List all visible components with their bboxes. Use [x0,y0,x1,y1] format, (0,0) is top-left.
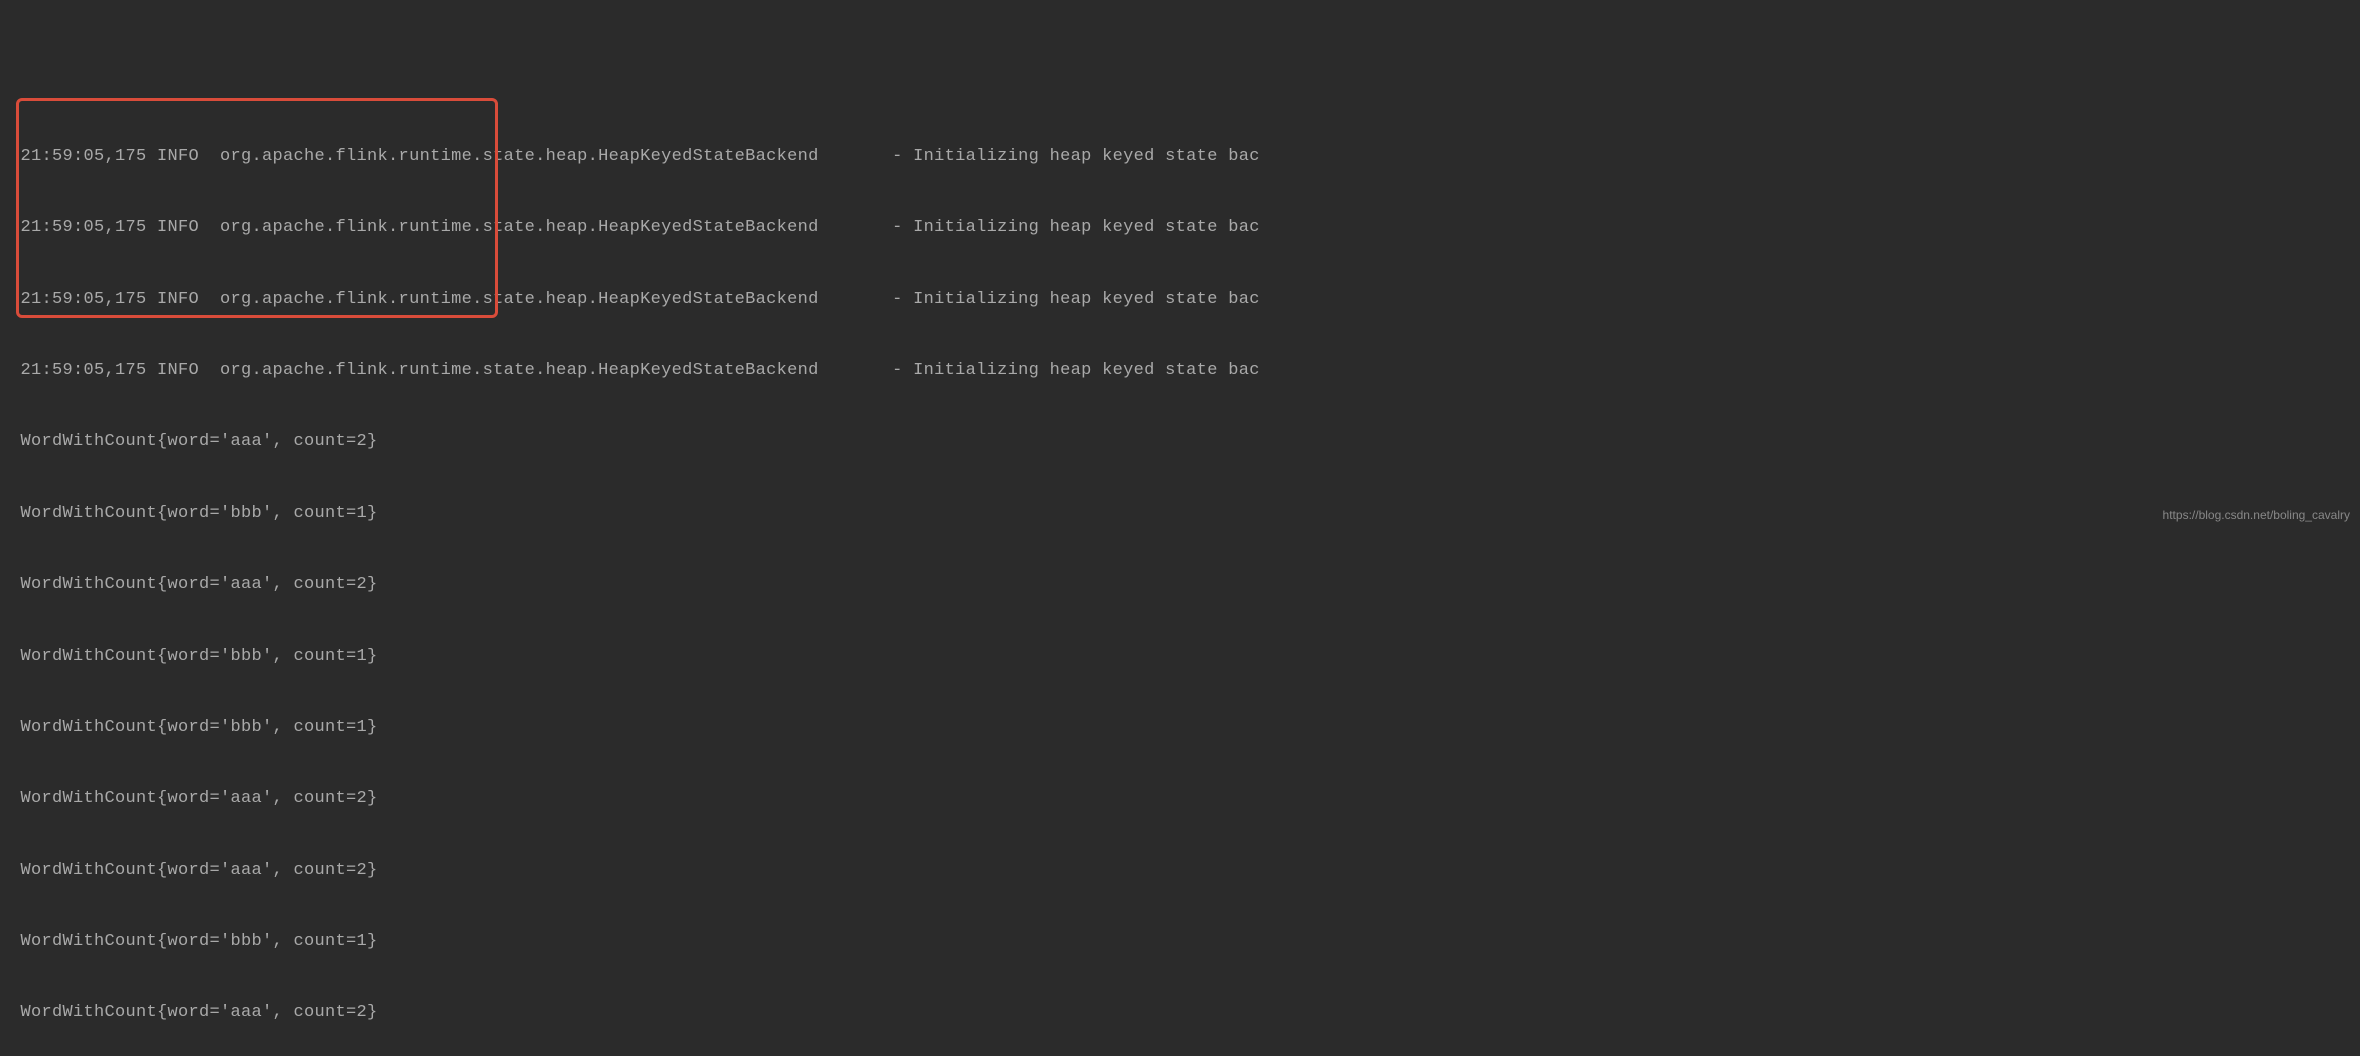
log-line: 21:59:05,175 INFO org.apache.flink.runti… [10,288,2350,312]
log-line: WordWithCount{word='bbb', count=1} [10,716,2350,740]
log-line: 21:59:05,175 INFO org.apache.flink.runti… [10,216,2350,240]
log-line: WordWithCount{word='aaa', count=2} [10,430,2350,454]
log-line: WordWithCount{word='bbb', count=1} [10,502,2350,526]
console-log-output: 21:59:05,175 INFO org.apache.flink.runti… [0,95,2360,1056]
log-line: 21:59:05,175 INFO org.apache.flink.runti… [10,359,2350,383]
log-line: WordWithCount{word='aaa', count=2} [10,1001,2350,1025]
log-line: WordWithCount{word='bbb', count=1} [10,930,2350,954]
log-line: WordWithCount{word='aaa', count=2} [10,573,2350,597]
log-line: WordWithCount{word='aaa', count=2} [10,859,2350,883]
watermark-text: https://blog.csdn.net/boling_cavalry [2163,507,2350,524]
log-line: WordWithCount{word='aaa', count=2} [10,787,2350,811]
log-line: 21:59:05,175 INFO org.apache.flink.runti… [10,145,2350,169]
log-line: WordWithCount{word='bbb', count=1} [10,645,2350,669]
